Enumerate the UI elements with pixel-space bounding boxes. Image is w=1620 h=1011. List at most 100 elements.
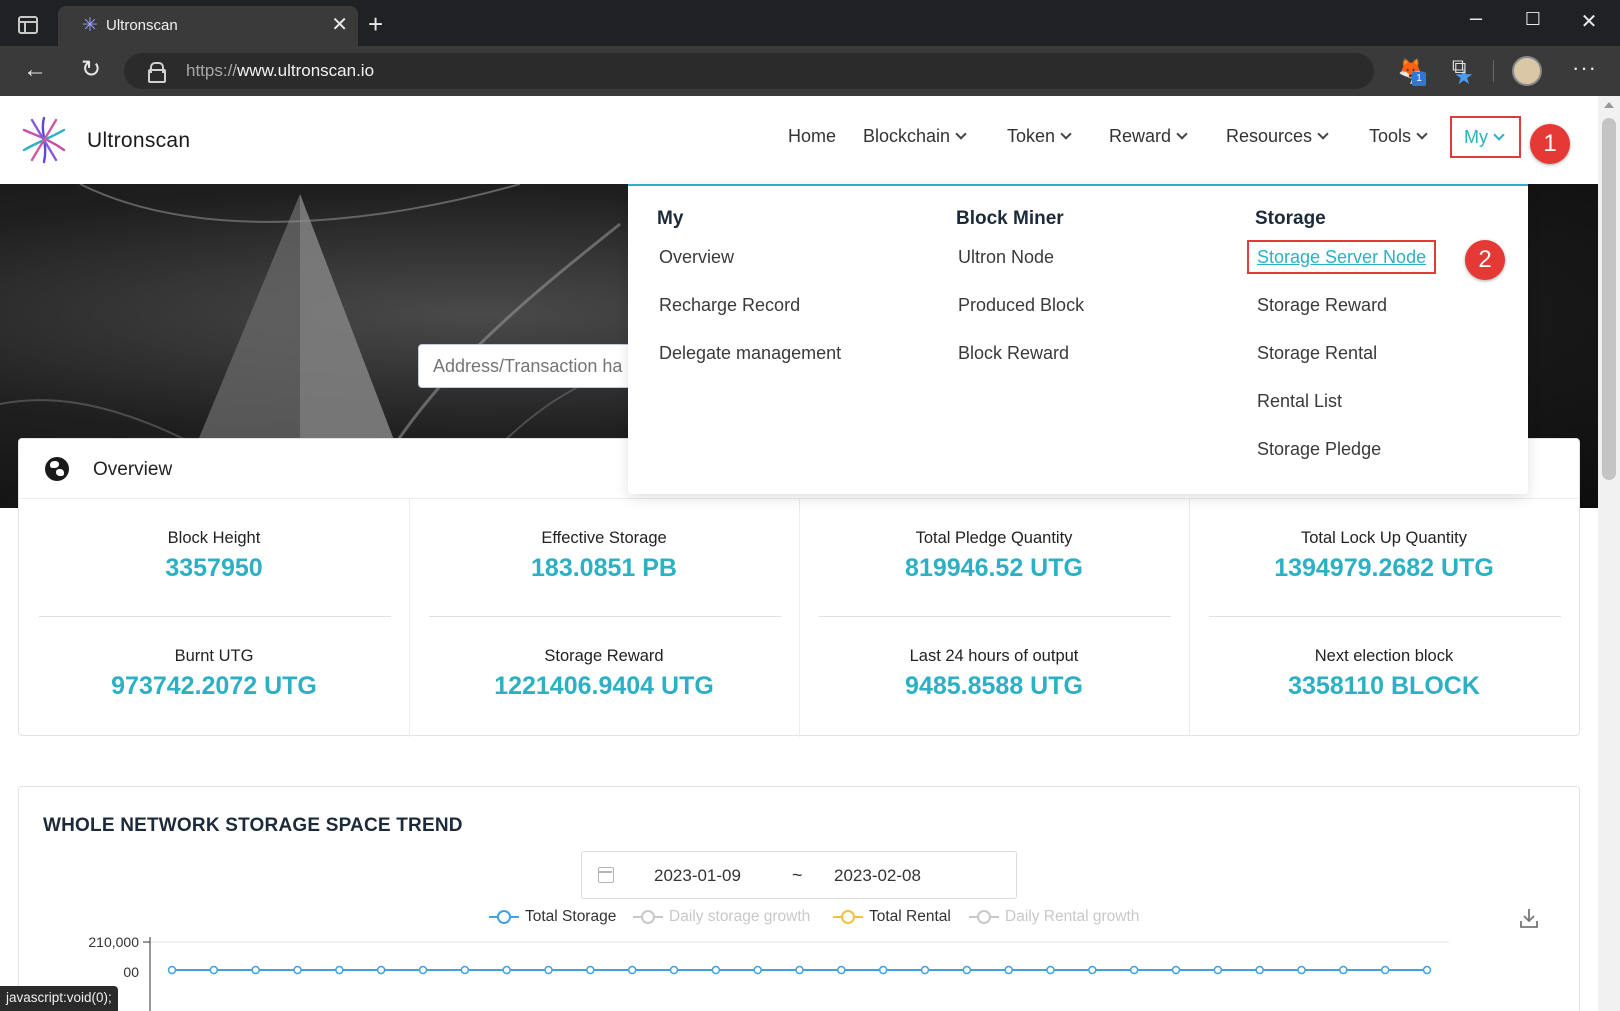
data-point[interactable] xyxy=(1380,965,1390,975)
nav-my[interactable]: My xyxy=(1450,116,1521,158)
data-point[interactable] xyxy=(1213,965,1223,975)
logo-text[interactable]: Ultronscan xyxy=(87,129,190,153)
calendar-icon[interactable] xyxy=(598,867,614,883)
data-point[interactable] xyxy=(460,965,470,975)
nav-home[interactable]: Home xyxy=(788,126,836,147)
maximize-window-icon[interactable]: ☐ xyxy=(1513,9,1553,30)
back-arrow-icon[interactable]: ← xyxy=(20,57,50,83)
data-point[interactable] xyxy=(920,965,930,975)
data-point[interactable] xyxy=(1339,965,1348,975)
close-window-icon[interactable]: ✕ xyxy=(1569,9,1609,34)
nav-resources[interactable]: Resources xyxy=(1226,126,1329,147)
data-point[interactable] xyxy=(1422,965,1432,975)
menu-item-storage-rental[interactable]: Storage Rental xyxy=(1255,342,1436,390)
profile-avatar[interactable] xyxy=(1512,56,1542,86)
data-point[interactable] xyxy=(711,965,721,975)
stat-label: Burnt UTG xyxy=(174,647,254,665)
stat-value: 3357950 xyxy=(165,554,263,582)
data-point[interactable] xyxy=(795,965,804,975)
legend-total-storage[interactable]: Total Storage xyxy=(489,908,616,926)
browser-tab[interactable]: ✳ Ultronscan ✕ xyxy=(58,6,358,46)
nav-reward[interactable]: Reward xyxy=(1109,126,1188,147)
more-options-icon[interactable]: ··· xyxy=(1572,55,1597,81)
legend-total-rental[interactable]: Total Rental xyxy=(833,908,951,926)
stat-label: Last 24 hours of output xyxy=(909,647,1079,665)
page-scrollbar[interactable] xyxy=(1598,96,1620,1011)
data-point[interactable] xyxy=(586,965,595,975)
minimize-window-icon[interactable]: – xyxy=(1456,5,1496,31)
ultronscan-logo-icon[interactable] xyxy=(18,114,70,166)
tab-actions-icon[interactable] xyxy=(18,16,38,34)
legend-daily-storage-growth[interactable]: Daily storage growth xyxy=(633,908,810,926)
site-header: Ultronscan Home Blockchain Token Reward … xyxy=(0,96,1598,184)
data-point[interactable] xyxy=(1088,965,1097,975)
nav-blockchain[interactable]: Blockchain xyxy=(863,126,967,147)
stat-value: 9485.8588 UTG xyxy=(905,672,1083,700)
legend-daily-rental-growth[interactable]: Daily Rental growth xyxy=(969,908,1139,926)
reload-icon[interactable]: ↻ xyxy=(76,57,106,83)
menu-item-overview[interactable]: Overview xyxy=(657,246,841,294)
menu-item-ultron-node[interactable]: Ultron Node xyxy=(956,246,1084,294)
data-point[interactable] xyxy=(878,965,888,975)
data-point[interactable] xyxy=(837,965,846,975)
data-point[interactable] xyxy=(1046,965,1055,975)
data-point[interactable] xyxy=(669,965,679,975)
url-text[interactable]: https://www.ultronscan.io xyxy=(186,61,374,81)
menu-item-recharge-record[interactable]: Recharge Record xyxy=(657,294,841,342)
dropdown-heading: Storage xyxy=(1255,208,1326,229)
legend-marker-icon xyxy=(489,909,519,924)
tab-title: Ultronscan xyxy=(106,17,178,34)
stat-label: Total Pledge Quantity xyxy=(915,529,1073,547)
stat-value: 1221406.9404 UTG xyxy=(494,672,714,700)
data-point[interactable] xyxy=(1171,965,1181,975)
menu-item-storage-reward[interactable]: Storage Reward xyxy=(1255,294,1436,342)
nav-token[interactable]: Token xyxy=(1007,126,1072,147)
browser-toolbar: ← ↻ https://www.ultronscan.io A⁾ ★ 🦊 1 ⧉… xyxy=(0,46,1620,96)
menu-item-block-reward[interactable]: Block Reward xyxy=(956,342,1084,390)
data-point[interactable] xyxy=(1255,965,1264,975)
stat-label: Block Height xyxy=(167,529,261,547)
ultronscan-favicon-icon: ✳ xyxy=(82,15,98,36)
new-tab-icon[interactable]: + xyxy=(368,11,383,37)
data-point[interactable] xyxy=(1004,965,1013,975)
menu-item-storage-server-node[interactable]: Storage Server Node xyxy=(1247,240,1437,274)
data-point[interactable] xyxy=(251,965,260,975)
stat-value: 1394979.2682 UTG xyxy=(1274,554,1494,582)
menu-item-rental-list[interactable]: Rental List xyxy=(1255,390,1436,438)
overview-title: Overview xyxy=(93,459,173,480)
download-icon[interactable] xyxy=(1519,907,1539,929)
data-point[interactable] xyxy=(502,965,511,975)
data-point[interactable] xyxy=(335,965,344,975)
data-point[interactable] xyxy=(1129,965,1139,975)
lock-icon[interactable] xyxy=(148,62,166,83)
menu-item-delegate-management[interactable]: Delegate management xyxy=(657,342,841,390)
data-point[interactable] xyxy=(1297,965,1306,975)
stat-total-lock-up-quantity: Total Lock Up Quantity 1394979.2682 UTG xyxy=(1189,529,1579,583)
stat-block-height: Block Height 3357950 xyxy=(19,529,409,583)
storage-trend-chart: 210,000 00 xyxy=(88,937,1449,1011)
scroll-up-icon[interactable] xyxy=(1604,102,1614,108)
chevron-down-icon xyxy=(1176,128,1188,140)
nav-tools[interactable]: Tools xyxy=(1369,126,1428,147)
menu-item-storage-pledge[interactable]: Storage Pledge xyxy=(1255,438,1436,486)
date-end-input[interactable]: 2023-02-08 xyxy=(834,866,921,886)
date-range-picker[interactable]: 2023-01-09 ~ 2023-02-08 xyxy=(581,851,1017,899)
extensions-puzzle-icon[interactable]: ⧉ xyxy=(1452,56,1466,79)
address-bar[interactable]: https://www.ultronscan.io A⁾ ★ xyxy=(124,53,1474,89)
stat-burnt-utg: Burnt UTG 973742.2072 UTG xyxy=(19,647,409,701)
data-point[interactable] xyxy=(376,965,386,975)
close-tab-icon[interactable]: ✕ xyxy=(331,15,348,35)
data-point[interactable] xyxy=(753,965,762,975)
data-point[interactable] xyxy=(293,965,302,975)
data-point[interactable] xyxy=(962,965,972,975)
data-point[interactable] xyxy=(418,965,428,975)
data-point[interactable] xyxy=(544,965,553,975)
scroll-thumb[interactable] xyxy=(1602,118,1616,480)
stat-label: Storage Reward xyxy=(544,647,664,665)
data-point[interactable] xyxy=(167,965,177,975)
data-point[interactable] xyxy=(627,965,637,975)
menu-item-produced-block[interactable]: Produced Block xyxy=(956,294,1084,342)
date-start-input[interactable]: 2023-01-09 xyxy=(654,866,741,886)
data-point[interactable] xyxy=(209,965,219,975)
divider xyxy=(429,616,781,617)
